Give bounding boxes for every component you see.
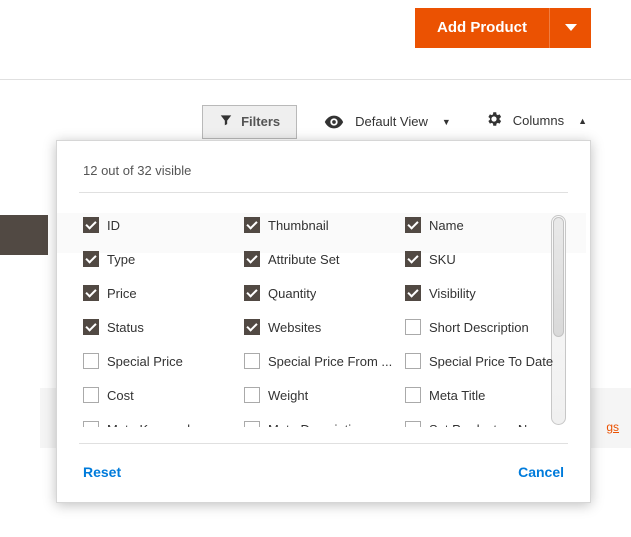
cancel-link[interactable]: Cancel (518, 464, 564, 480)
checkbox-icon[interactable] (83, 387, 99, 403)
column-option[interactable]: Name (405, 217, 560, 233)
left-dark-strip (0, 215, 48, 255)
triangle-up-icon: ▲ (578, 116, 587, 126)
eye-icon (323, 111, 345, 133)
reset-link[interactable]: Reset (83, 464, 121, 480)
column-option-label: SKU (429, 252, 456, 267)
column-option[interactable]: Cost (83, 387, 238, 403)
checkbox-icon[interactable] (244, 421, 260, 427)
column-option-label: Weight (268, 388, 308, 403)
add-product-button[interactable]: Add Product (415, 8, 549, 48)
column-option-label: Meta Title (429, 388, 485, 403)
panel-divider-top (79, 192, 568, 193)
top-bar: Add Product (0, 0, 631, 55)
column-option-label: Status (107, 320, 144, 335)
column-option-label: Visibility (429, 286, 476, 301)
checkbox-icon[interactable] (244, 251, 260, 267)
checkbox-icon[interactable] (405, 319, 421, 335)
column-option[interactable]: Visibility (405, 285, 560, 301)
column-option[interactable]: Weight (244, 387, 399, 403)
column-option[interactable]: Attribute Set (244, 251, 399, 267)
column-option-label: ID (107, 218, 120, 233)
add-product-dropdown-toggle[interactable] (549, 8, 591, 48)
default-view-label: Default View (355, 114, 428, 129)
column-option[interactable]: Thumbnail (244, 217, 399, 233)
column-option[interactable]: Type (83, 251, 238, 267)
column-option[interactable]: ID (83, 217, 238, 233)
gear-icon (485, 110, 503, 131)
column-option[interactable]: Special Price To Date (405, 353, 560, 369)
column-option-label: Quantity (268, 286, 316, 301)
column-option[interactable]: Price (83, 285, 238, 301)
column-option[interactable]: Set Product as Ne... (405, 421, 560, 427)
column-option-label: Attribute Set (268, 252, 340, 267)
default-view-dropdown[interactable]: Default View ▼ (323, 111, 451, 133)
columns-label: Columns (513, 113, 564, 128)
column-option[interactable]: Meta Keywords (83, 421, 238, 427)
column-option-label: Set Product as Ne... (429, 422, 545, 428)
column-option[interactable]: Meta Description (244, 421, 399, 427)
panel-footer: Reset Cancel (57, 444, 590, 502)
column-option-label: Meta Keywords (107, 422, 197, 428)
column-option[interactable]: Special Price (83, 353, 238, 369)
column-option[interactable]: Short Description (405, 319, 560, 335)
triangle-down-icon (565, 24, 577, 31)
column-option-label: Special Price From ... (268, 354, 392, 369)
column-option[interactable]: SKU (405, 251, 560, 267)
checkbox-icon[interactable] (405, 251, 421, 267)
column-option-label: Websites (268, 320, 321, 335)
column-option-label: Cost (107, 388, 134, 403)
column-option[interactable]: Status (83, 319, 238, 335)
checkbox-icon[interactable] (83, 353, 99, 369)
checkbox-icon[interactable] (83, 421, 99, 427)
checkbox-icon[interactable] (244, 285, 260, 301)
column-option-label: Thumbnail (268, 218, 329, 233)
column-option[interactable]: Quantity (244, 285, 399, 301)
funnel-icon (219, 113, 233, 130)
checkbox-icon[interactable] (405, 421, 421, 427)
checkbox-icon[interactable] (244, 353, 260, 369)
column-option-label: Short Description (429, 320, 529, 335)
checkbox-icon[interactable] (83, 319, 99, 335)
filters-button[interactable]: Filters (202, 105, 297, 139)
filters-label: Filters (241, 114, 280, 129)
column-option-label: Name (429, 218, 464, 233)
checkbox-icon[interactable] (405, 285, 421, 301)
bg-partial-link[interactable]: gs (606, 420, 619, 434)
checkbox-icon[interactable] (83, 285, 99, 301)
column-option-label: Type (107, 252, 135, 267)
columns-panel: 12 out of 32 visible ID Thumbnail Name Type… (56, 140, 591, 503)
checkbox-icon[interactable] (83, 251, 99, 267)
column-option[interactable]: Special Price From ... (244, 353, 399, 369)
columns-visible-count: 12 out of 32 visible (57, 141, 590, 192)
triangle-down-icon: ▼ (442, 117, 451, 127)
checkbox-icon[interactable] (405, 387, 421, 403)
column-option-label: Special Price To Date (429, 354, 553, 369)
columns-dropdown-toggle[interactable]: Columns ▲ (473, 102, 591, 141)
checkbox-icon[interactable] (244, 319, 260, 335)
checkbox-icon[interactable] (405, 353, 421, 369)
add-product-group: Add Product (415, 8, 591, 48)
checkbox-icon[interactable] (244, 387, 260, 403)
columns-scroll-area: ID Thumbnail Name Type Attribute Set SKU Price… (79, 205, 568, 427)
column-option-label: Price (107, 286, 137, 301)
column-option-label: Meta Description (268, 422, 366, 428)
column-option-label: Special Price (107, 354, 183, 369)
columns-grid-wrap: ID Thumbnail Name Type Attribute Set SKU Price… (79, 205, 568, 427)
checkbox-icon[interactable] (83, 217, 99, 233)
grid-toolbar: Filters Default View ▼ Columns ▲ (0, 80, 631, 141)
checkbox-icon[interactable] (244, 217, 260, 233)
columns-grid: ID Thumbnail Name Type Attribute Set SKU Price… (79, 205, 568, 427)
column-option[interactable]: Websites (244, 319, 399, 335)
column-option[interactable]: Meta Title (405, 387, 560, 403)
checkbox-icon[interactable] (405, 217, 421, 233)
